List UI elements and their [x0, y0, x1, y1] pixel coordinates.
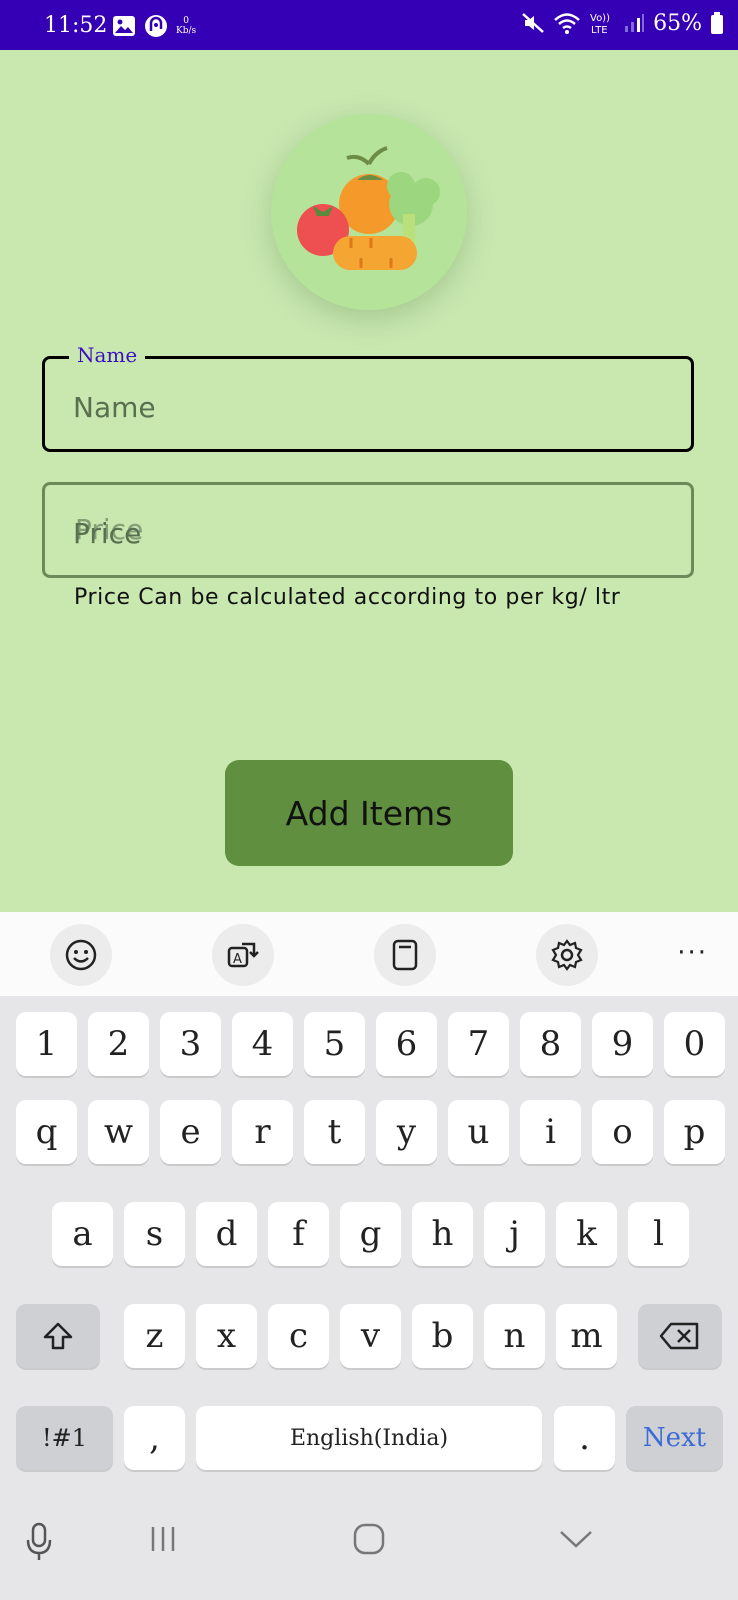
key-q[interactable]: q	[16, 1100, 77, 1164]
name-field[interactable]: Name	[42, 343, 694, 452]
recents-icon	[151, 1527, 175, 1551]
key-o[interactable]: o	[592, 1100, 653, 1164]
key-u[interactable]: u	[448, 1100, 509, 1164]
more-icon[interactable]: ···	[677, 938, 708, 968]
symbols-key[interactable]: !#1	[16, 1406, 113, 1470]
keyboard-toolbar: A ···	[0, 912, 738, 996]
backspace-icon	[659, 1322, 699, 1350]
logo-circle	[271, 114, 467, 310]
speed-value: 0	[183, 16, 189, 26]
key-8[interactable]: 8	[520, 1012, 581, 1076]
key-e[interactable]: e	[160, 1100, 221, 1164]
key-d[interactable]: d	[196, 1202, 257, 1266]
add-items-button[interactable]: Add Items	[225, 760, 513, 866]
signal-icon	[625, 14, 645, 32]
app-notification-icon	[145, 15, 167, 37]
key-h[interactable]: h	[412, 1202, 473, 1266]
svg-text:A: A	[233, 952, 242, 967]
clipboard-button[interactable]	[374, 924, 436, 986]
svg-text:Vo)): Vo))	[590, 13, 610, 24]
key-x[interactable]: x	[196, 1304, 257, 1368]
key-b[interactable]: b	[412, 1304, 473, 1368]
vegetables-icon	[297, 146, 440, 270]
back-icon	[560, 1531, 592, 1548]
key-j[interactable]: j	[484, 1202, 545, 1266]
key-f[interactable]: f	[268, 1202, 329, 1266]
mute-icon	[522, 13, 544, 33]
next-key[interactable]: Next	[626, 1406, 723, 1470]
key-v[interactable]: v	[340, 1304, 401, 1368]
key-6[interactable]: 6	[376, 1012, 437, 1076]
key-g[interactable]: g	[340, 1202, 401, 1266]
key-z[interactable]: z	[124, 1304, 185, 1368]
key-t[interactable]: t	[304, 1100, 365, 1164]
key-i[interactable]: i	[520, 1100, 581, 1164]
key-3[interactable]: 3	[160, 1012, 221, 1076]
key-y[interactable]: y	[376, 1100, 437, 1164]
key-w[interactable]: w	[88, 1100, 149, 1164]
price-helper-text: Price Can be calculated according to per…	[74, 585, 621, 610]
shift-icon	[43, 1322, 73, 1350]
clipboard-icon	[392, 939, 418, 971]
key-c[interactable]: c	[268, 1304, 329, 1368]
key-9[interactable]: 9	[592, 1012, 653, 1076]
keyboard-settings-button[interactable]	[536, 924, 598, 986]
key-7[interactable]: 7	[448, 1012, 509, 1076]
network-speed: 0 Kb/s	[176, 16, 196, 36]
key-k[interactable]: k	[556, 1202, 617, 1266]
price-field[interactable]: Price	[42, 482, 694, 578]
status-time: 11:52	[44, 13, 108, 38]
key-5[interactable]: 5	[304, 1012, 365, 1076]
key-l[interactable]: l	[628, 1202, 689, 1266]
back-button[interactable]	[558, 1522, 594, 1560]
status-bar: 11:52 0 Kb/s Vo)) LTE 65%	[0, 0, 738, 50]
key-4[interactable]: 4	[232, 1012, 293, 1076]
volte-icon: Vo))LTE	[590, 13, 610, 36]
voice-input-button[interactable]	[24, 1522, 54, 1566]
key-p[interactable]: p	[664, 1100, 725, 1164]
gallery-icon	[113, 16, 135, 36]
speed-unit: Kb/s	[176, 26, 197, 36]
shift-key[interactable]	[16, 1304, 100, 1368]
add-item-screen: Name Price Price Can be calculated accor…	[0, 50, 738, 912]
key-1[interactable]: 1	[16, 1012, 77, 1076]
battery-percent: 65%	[653, 10, 702, 36]
key-0[interactable]: 0	[664, 1012, 725, 1076]
name-field-label: Name	[69, 343, 146, 367]
mic-icon	[26, 1522, 52, 1560]
key-m[interactable]: m	[556, 1304, 617, 1368]
translate-button[interactable]: A	[212, 924, 274, 986]
key-2[interactable]: 2	[88, 1012, 149, 1076]
recents-button[interactable]	[146, 1522, 180, 1560]
space-key[interactable]: English(India)	[196, 1406, 542, 1470]
key-n[interactable]: n	[484, 1304, 545, 1368]
battery-icon	[711, 12, 723, 34]
key-r[interactable]: r	[232, 1100, 293, 1164]
key-a[interactable]: a	[52, 1202, 113, 1266]
translate-icon: A	[227, 942, 259, 968]
price-input[interactable]	[73, 515, 633, 551]
name-input[interactable]	[73, 389, 633, 425]
emoji-button[interactable]	[50, 924, 112, 986]
home-button[interactable]	[352, 1522, 386, 1560]
emoji-icon	[65, 939, 97, 971]
key-comma[interactable]: ,	[124, 1406, 185, 1470]
key-period[interactable]: .	[554, 1406, 615, 1470]
backspace-key[interactable]	[638, 1304, 722, 1368]
navigation-bar	[0, 1492, 738, 1600]
wifi-icon	[554, 13, 580, 34]
settings-icon	[551, 939, 583, 971]
keyboard: 1 2 3 4 5 6 7 8 9 0 q w e r t y u i o p …	[0, 996, 738, 1492]
key-s[interactable]: s	[124, 1202, 185, 1266]
home-icon	[353, 1523, 385, 1555]
svg-text:LTE: LTE	[591, 25, 608, 36]
